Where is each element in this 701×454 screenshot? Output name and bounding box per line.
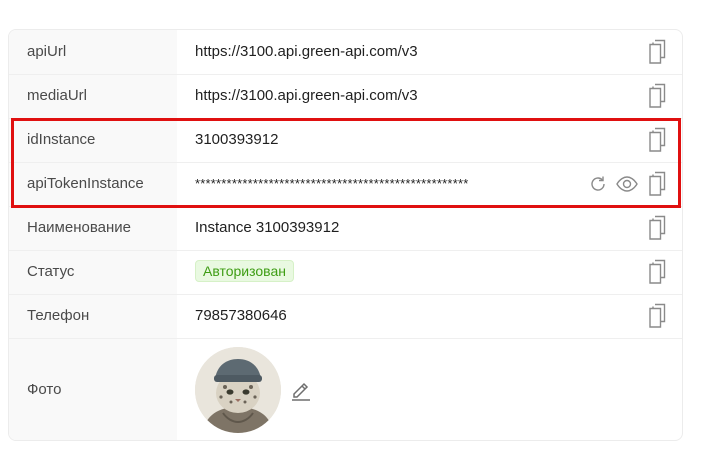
copy-icon[interactable]: [647, 303, 671, 329]
api-url-value: https://3100.api.green-api.com/v3: [195, 43, 418, 60]
copy-icon[interactable]: [647, 259, 671, 285]
instance-info-card: apiUrl https://3100.api.green-api.com/v3…: [8, 29, 683, 441]
id-instance-value: 3100393912: [195, 131, 279, 148]
row-api-token-instance: apiTokenInstance ***********************…: [9, 162, 682, 207]
refresh-icon[interactable]: [588, 174, 608, 199]
row-phone: Телефон 79857380646: [9, 294, 682, 339]
id-instance-label: idInstance: [27, 131, 96, 148]
status-badge: Авторизован: [195, 260, 294, 282]
api-token-instance-label: apiTokenInstance: [27, 175, 144, 192]
phone-value: 79857380646: [195, 307, 287, 324]
copy-icon[interactable]: [647, 83, 671, 109]
media-url-label: mediaUrl: [27, 87, 88, 104]
name-value: Instance 3100393912: [195, 219, 340, 236]
row-id-instance: idInstance 3100393912: [9, 118, 682, 163]
name-label: Наименование: [27, 219, 131, 236]
eye-icon[interactable]: [615, 174, 639, 199]
api-token-instance-value: ****************************************…: [195, 176, 469, 191]
row-status: Статус Авторизован: [9, 250, 682, 295]
pencil-icon[interactable]: [290, 379, 312, 406]
api-url-label: apiUrl: [27, 43, 67, 60]
media-url-value: https://3100.api.green-api.com/v3: [195, 87, 418, 104]
row-api-url: apiUrl https://3100.api.green-api.com/v3: [9, 30, 682, 75]
copy-icon[interactable]: [647, 215, 671, 241]
photo-label: Фото: [27, 381, 62, 398]
copy-icon[interactable]: [647, 171, 671, 197]
status-label: Статус: [27, 263, 75, 280]
avatar: [195, 347, 281, 433]
row-media-url: mediaUrl https://3100.api.green-api.com/…: [9, 74, 682, 119]
row-name: Наименование Instance 3100393912: [9, 206, 682, 251]
copy-icon[interactable]: [647, 127, 671, 153]
phone-label: Телефон: [27, 307, 90, 324]
copy-icon[interactable]: [647, 39, 671, 65]
row-photo: Фото: [9, 338, 682, 440]
